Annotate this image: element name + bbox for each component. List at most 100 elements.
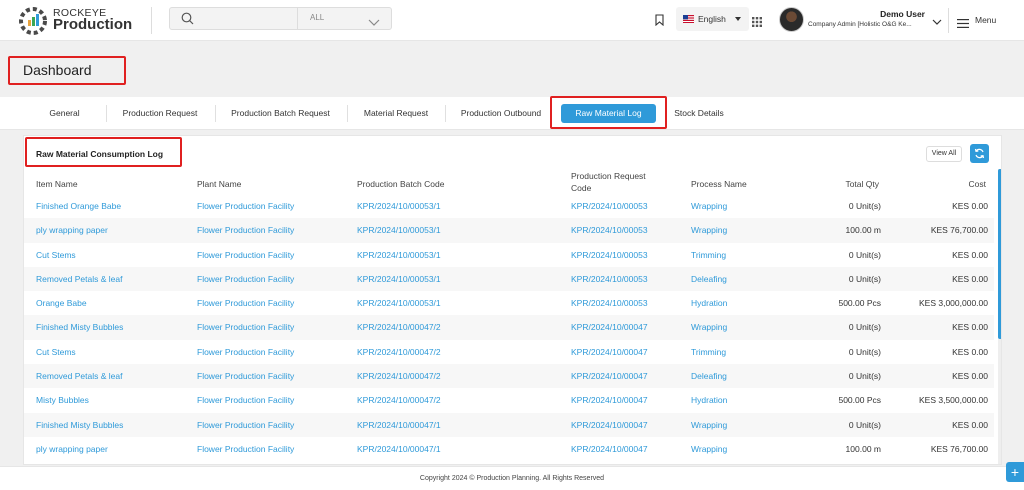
cell-request-code[interactable]: KPR/2024/10/00047 [571,395,648,405]
table-row[interactable]: Finished Orange Babe Flower Production Fa… [24,194,994,218]
tab-production-request[interactable]: Production Request [112,97,208,130]
cell-item-name[interactable]: Finished Orange Babe [36,201,121,211]
cell-item-name[interactable]: ply wrapping paper [36,444,108,454]
cell-batch-code[interactable]: KPR/2024/10/00053/1 [357,225,441,235]
cell-plant-name[interactable]: Flower Production Facility [197,420,294,430]
cell-request-code[interactable]: KPR/2024/10/00053 [571,225,648,235]
cell-item-name[interactable]: Removed Petals & leaf [36,371,122,381]
cell-process-name[interactable]: Wrapping [691,225,727,235]
cell-plant-name[interactable]: Flower Production Facility [197,444,294,454]
cell-process-name[interactable]: Wrapping [691,201,727,211]
add-button[interactable]: + [1006,462,1024,482]
cell-process-name[interactable]: Wrapping [691,322,727,332]
cell-request-code[interactable]: KPR/2024/10/00047 [571,371,648,381]
user-name[interactable]: Demo User [880,9,925,19]
tab-production-outbound[interactable]: Production Outbound [451,97,551,130]
search-scope-select[interactable]: ALL [310,13,324,22]
cell-batch-code[interactable]: KPR/2024/10/00047/2 [357,395,441,405]
table-row[interactable]: Cut Stems Flower Production Facility KPR/2… [24,340,994,364]
user-role[interactable]: Company Admin [Holistic O&G Ke... [808,21,928,28]
cell-plant-name[interactable]: Flower Production Facility [197,250,294,260]
cell-total-qty: 100.00 m [845,443,881,454]
cell-process-name[interactable]: Hydration [691,395,727,405]
cell-item-name[interactable]: Misty Bubbles [36,395,89,405]
cell-batch-code[interactable]: KPR/2024/10/00053/1 [357,274,441,284]
cell-process-name[interactable]: Wrapping [691,444,727,454]
cell-request-code[interactable]: KPR/2024/10/00053 [571,298,648,308]
cell-request-code[interactable]: KPR/2024/10/00053 [571,201,648,211]
table-row[interactable]: Removed Petals & leaf Flower Production F… [24,266,994,292]
cell-process-name[interactable]: Deleafing [691,274,727,284]
cell-batch-code[interactable]: KPR/2024/10/00047/1 [357,444,441,454]
copyright-text: Copyright 2024 © Production Planning. Al… [419,475,605,482]
search-bar[interactable]: ALL [169,7,392,30]
cell-plant-name[interactable]: Flower Production Facility [197,322,294,332]
table-row[interactable]: Removed Petals & leaf Flower Production F… [24,364,994,389]
tab-general[interactable]: General [30,97,99,130]
tab-raw-material-log[interactable]: Raw Material Log [553,97,664,130]
cell-batch-code[interactable]: KPR/2024/10/00053/1 [357,298,441,308]
table-row[interactable]: Cut Stems Flower Production Facility KPR/2… [24,243,994,267]
cell-plant-name[interactable]: Flower Production Facility [197,371,294,381]
cell-plant-name[interactable]: Flower Production Facility [197,274,294,284]
cell-plant-name[interactable]: Flower Production Facility [197,298,294,308]
scrollbar-thumb[interactable] [998,169,1001,339]
avatar[interactable] [779,7,804,32]
table-row[interactable]: ply wrapping paper Flower Production Faci… [24,218,994,243]
logo-icon[interactable] [18,6,48,36]
cell-item-name[interactable]: Cut Stems [36,347,76,357]
cell-batch-code[interactable]: KPR/2024/10/00047/2 [357,322,441,332]
cell-request-code[interactable]: KPR/2024/10/00047 [571,420,648,430]
cell-item-name[interactable]: ply wrapping paper [36,225,108,235]
cell-plant-name[interactable]: Flower Production Facility [197,347,294,357]
bookmark-icon[interactable] [655,13,664,31]
cell-cost: KES 0.00 [952,346,988,357]
table-row[interactable]: ply wrapping paper Flower Production Faci… [24,437,994,461]
cell-process-name[interactable]: Trimming [691,347,726,357]
chevron-down-icon[interactable] [368,14,380,32]
cell-item-name[interactable]: Removed Petals & leaf [36,274,122,284]
search-icon[interactable] [181,12,194,30]
menu-label[interactable]: Menu [975,15,996,25]
cell-item-name[interactable]: Finished Misty Bubbles [36,322,123,332]
cell-request-code[interactable]: KPR/2024/10/00053 [571,250,648,260]
refresh-button[interactable] [970,144,989,163]
cell-item-name[interactable]: Orange Babe [36,298,87,308]
tab-stock-details[interactable]: Stock Details [666,97,732,130]
language-selector[interactable]: English [676,7,749,31]
cell-request-code[interactable]: KPR/2024/10/00053 [571,274,648,284]
cell-plant-name[interactable]: Flower Production Facility [197,395,294,405]
cell-batch-code[interactable]: KPR/2024/10/00053/1 [357,250,441,260]
tab-material-request[interactable]: Material Request [353,97,439,130]
tab-bar: General Production Request Production Ba… [0,97,1024,130]
cell-batch-code[interactable]: KPR/2024/10/00047/2 [357,347,441,357]
cell-plant-name[interactable]: Flower Production Facility [197,201,294,211]
cell-request-code[interactable]: KPR/2024/10/00047 [571,347,648,357]
table-row[interactable]: Orange Babe Flower Production Facility KPR… [24,291,994,315]
language-label: English [698,14,726,24]
cell-batch-code[interactable]: KPR/2024/10/00047/1 [357,420,441,430]
cell-batch-code[interactable]: KPR/2024/10/00053/1 [357,201,441,211]
cell-total-qty: 500.00 Pcs [838,298,881,309]
chevron-down-icon[interactable] [932,13,942,31]
cell-request-code[interactable]: KPR/2024/10/00047 [571,322,648,332]
hamburger-menu-icon[interactable] [957,15,969,33]
tab-production-batch-request[interactable]: Production Batch Request [221,97,340,130]
cell-process-name[interactable]: Wrapping [691,420,727,430]
view-all-button[interactable]: View All [926,146,962,162]
cell-process-name[interactable]: Trimming [691,250,726,260]
cell-item-name[interactable]: Finished Misty Bubbles [36,420,123,430]
apps-grid-icon[interactable] [752,14,762,32]
tab-label: Raw Material Log [561,104,656,123]
cell-item-name[interactable]: Cut Stems [36,250,76,260]
tab-label: Production Outbound [460,108,542,118]
cell-plant-name[interactable]: Flower Production Facility [197,225,294,235]
table-row[interactable]: Misty Bubbles Flower Production Facility K… [24,388,994,412]
table-row[interactable]: Finished Misty Bubbles Flower Production … [24,412,994,437]
cell-request-code[interactable]: KPR/2024/10/00047 [571,444,648,454]
table-row[interactable]: Finished Misty Bubbles Flower Production … [24,315,994,340]
cell-process-name[interactable]: Hydration [691,298,727,308]
cell-batch-code[interactable]: KPR/2024/10/00047/2 [357,371,441,381]
cell-process-name[interactable]: Deleafing [691,371,727,381]
cell-cost: KES 76,700.00 [930,225,988,236]
